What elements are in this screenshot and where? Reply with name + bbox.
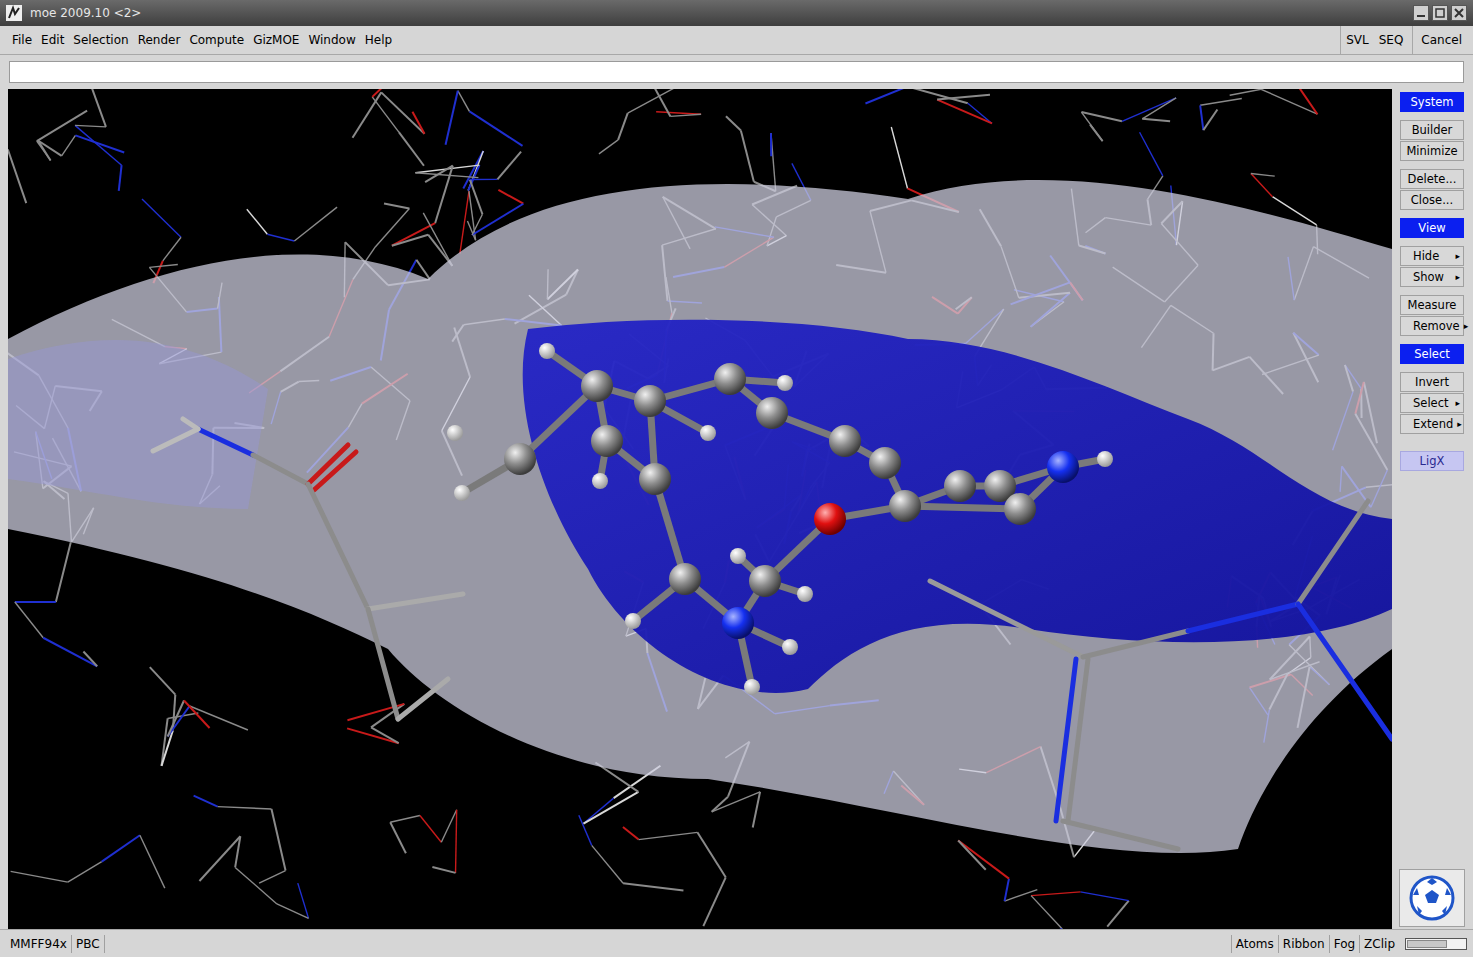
- fullerene-icon: [1409, 875, 1455, 921]
- submenu-arrow-icon: ▸: [1457, 419, 1462, 429]
- button-group: Hide▸Show▸: [1400, 246, 1464, 287]
- panel-button[interactable]: Minimize: [1400, 141, 1464, 161]
- command-input[interactable]: [9, 61, 1464, 83]
- panel-button[interactable]: LigX: [1400, 451, 1464, 471]
- panel-button[interactable]: Show▸: [1400, 267, 1464, 287]
- ligand[interactable]: [447, 343, 1113, 695]
- menu-bar: File Edit Selection Render Compute GizMOE Wind…: [0, 26, 1473, 55]
- panel-button[interactable]: System: [1400, 92, 1464, 112]
- button-group: System: [1400, 92, 1464, 112]
- panel-button[interactable]: View: [1400, 218, 1464, 238]
- maximize-icon[interactable]: [1432, 5, 1448, 21]
- title-bar: moe 2009.10 <2>: [0, 0, 1473, 26]
- status-toggle[interactable]: Ribbon: [1278, 935, 1329, 953]
- moe-window: moe 2009.10 <2> File Edit Selection Render Co…: [0, 0, 1473, 957]
- binding-pocket: [523, 320, 1392, 693]
- menu-item[interactable]: Render: [138, 33, 181, 47]
- panel-button[interactable]: Select: [1400, 344, 1464, 364]
- submenu-arrow-icon: ▸: [1464, 321, 1469, 331]
- panel-button[interactable]: Invert: [1400, 372, 1464, 392]
- button-group: MeasureRemove▸: [1400, 295, 1464, 336]
- panel-button[interactable]: Extend▸: [1400, 414, 1464, 434]
- zoom-slider[interactable]: [1405, 938, 1467, 950]
- status-item[interactable]: PBC: [72, 935, 105, 953]
- command-row: [0, 55, 1473, 89]
- menu-item[interactable]: Edit: [41, 33, 64, 47]
- molecular-surface: [8, 180, 1392, 853]
- minimize-icon[interactable]: [1413, 5, 1429, 21]
- button-group: Delete...Close...: [1400, 169, 1464, 210]
- button-group: InvertSelect▸Extend▸: [1400, 372, 1464, 434]
- side-panel: System BuilderMinimize Delete...Close... Vi…: [1395, 89, 1469, 929]
- button-group: LigX: [1400, 451, 1464, 471]
- submenu-arrow-icon: ▸: [1455, 398, 1460, 408]
- window-title: moe 2009.10 <2>: [30, 6, 141, 20]
- menu-item[interactable]: Selection: [73, 33, 128, 47]
- close-icon[interactable]: [1451, 5, 1467, 21]
- submenu-arrow-icon: ▸: [1455, 272, 1460, 282]
- menu-right-item[interactable]: SVL: [1340, 26, 1374, 54]
- status-toggle[interactable]: Fog: [1329, 935, 1359, 953]
- menu-item[interactable]: GizMOE: [253, 33, 299, 47]
- status-bar: MMFF94xPBC AtomsRibbonFogZClip: [0, 929, 1473, 957]
- button-group: BuilderMinimize: [1400, 120, 1464, 161]
- panel-button[interactable]: Select▸: [1400, 393, 1464, 413]
- status-toggle[interactable]: Atoms: [1231, 935, 1278, 953]
- menu-item[interactable]: Help: [365, 33, 392, 47]
- status-item[interactable]: MMFF94x: [6, 935, 72, 953]
- logo-box[interactable]: [1399, 869, 1465, 927]
- submenu-arrow-icon: ▸: [1455, 251, 1460, 261]
- menu-item[interactable]: Compute: [189, 33, 244, 47]
- menu-item[interactable]: File: [12, 33, 32, 47]
- panel-button[interactable]: Close...: [1400, 190, 1464, 210]
- menu-right-item[interactable]: Cancel: [1412, 26, 1467, 54]
- panel-button[interactable]: Builder: [1400, 120, 1464, 140]
- status-toggle[interactable]: ZClip: [1359, 935, 1399, 953]
- menu-right-item[interactable]: SEQ: [1374, 26, 1409, 54]
- button-group: View: [1400, 218, 1464, 238]
- moe-app-icon[interactable]: [6, 5, 22, 21]
- menu-item[interactable]: Window: [308, 33, 355, 47]
- molecule-viewport[interactable]: [8, 89, 1392, 929]
- panel-button[interactable]: Remove▸: [1400, 316, 1464, 336]
- panel-button[interactable]: Delete...: [1400, 169, 1464, 189]
- panel-button[interactable]: Hide▸: [1400, 246, 1464, 266]
- molecule-view[interactable]: [8, 89, 1392, 929]
- panel-button[interactable]: Measure: [1400, 295, 1464, 315]
- button-group: Select: [1400, 344, 1464, 364]
